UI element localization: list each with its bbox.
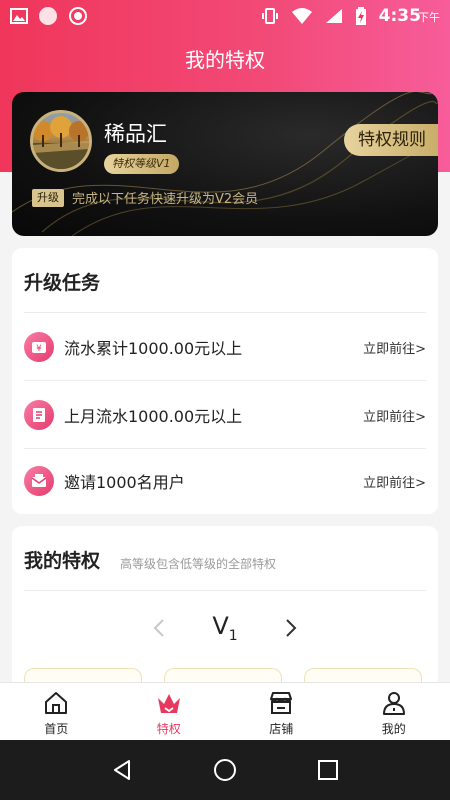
signal-icon bbox=[325, 9, 342, 23]
wifi-icon bbox=[291, 8, 312, 24]
task-go-link[interactable]: 立即前往> bbox=[363, 338, 426, 357]
home-circle-icon[interactable] bbox=[210, 755, 240, 785]
image-icon bbox=[10, 8, 28, 24]
home-icon bbox=[45, 692, 68, 714]
record-icon bbox=[69, 7, 87, 25]
receipt-icon bbox=[24, 400, 54, 430]
task-label: 上月流水1000.00元以上 bbox=[64, 407, 243, 426]
privileges-title: 我的特权 bbox=[24, 550, 101, 572]
status-bar: 4:35 下午 bbox=[0, 0, 450, 32]
crown-icon bbox=[157, 694, 180, 713]
system-nav-bar bbox=[0, 740, 450, 800]
task-label: 邀请1000名用户 bbox=[64, 473, 185, 492]
store-icon bbox=[270, 692, 293, 714]
svg-text:¥: ¥ bbox=[36, 344, 42, 354]
back-icon[interactable] bbox=[107, 755, 137, 785]
upgrade-hint: 升级 完成以下任务快速升级为V2会员 bbox=[32, 188, 258, 207]
dot-icon bbox=[39, 7, 57, 25]
tab-label: 我的 bbox=[381, 722, 406, 736]
my-privileges-card: 我的特权 高等级包含低等级的全部特权 V1 bbox=[12, 526, 438, 708]
tab-label: 首页 bbox=[44, 722, 69, 736]
privilege-level-tag: 特权等级V1 bbox=[104, 154, 179, 174]
task-label: 流水累计1000.00元以上 bbox=[64, 339, 243, 358]
task-go-link[interactable]: 立即前往> bbox=[363, 472, 426, 491]
shop-name: 稀品汇 bbox=[104, 122, 167, 146]
task-item[interactable]: 上月流水1000.00元以上 立即前往> bbox=[12, 382, 438, 448]
tab-home[interactable]: 首页 bbox=[0, 683, 113, 740]
recents-icon[interactable] bbox=[313, 755, 343, 785]
tab-mine[interactable]: 我的 bbox=[338, 683, 450, 740]
battery-icon bbox=[355, 7, 366, 25]
user-icon bbox=[382, 692, 405, 715]
shop-avatar[interactable] bbox=[30, 110, 92, 172]
level-switcher: V1 bbox=[12, 606, 438, 650]
tab-label: 店铺 bbox=[269, 722, 294, 736]
tab-label: 特权 bbox=[156, 722, 181, 736]
level-letter: V bbox=[212, 612, 229, 641]
tasks-title: 升级任务 bbox=[24, 272, 101, 294]
page-title: 我的特权 bbox=[185, 48, 265, 72]
clock-ampm: 下午 bbox=[418, 11, 440, 24]
level-number: 1 bbox=[228, 627, 238, 644]
envelope-icon bbox=[24, 466, 54, 496]
upgrade-tag: 升级 bbox=[32, 188, 64, 207]
vip-card: 稀品汇 特权等级V1 特权规则 升级 完成以下任务快速升级为V2会员 bbox=[12, 92, 438, 236]
money-icon: ¥ bbox=[24, 332, 54, 362]
chevron-right-icon[interactable] bbox=[276, 613, 306, 643]
privilege-rules-button[interactable]: 特权规则 bbox=[344, 124, 438, 156]
upgrade-text: 完成以下任务快速升级为V2会员 bbox=[72, 192, 259, 207]
vibrate-icon bbox=[261, 8, 278, 24]
upgrade-tasks-card: 升级任务 ¥ 流水累计1000.00元以上 立即前往> 上月流水1000.00元… bbox=[12, 248, 438, 514]
chevron-left-icon[interactable] bbox=[144, 613, 174, 643]
divider bbox=[24, 312, 426, 313]
task-item[interactable]: ¥ 流水累计1000.00元以上 立即前往> bbox=[12, 314, 438, 380]
divider bbox=[24, 380, 426, 381]
tab-privilege[interactable]: 特权 bbox=[113, 683, 226, 740]
divider bbox=[24, 590, 426, 591]
privileges-subtitle: 高等级包含低等级的全部特权 bbox=[120, 557, 277, 571]
task-item[interactable]: 邀请1000名用户 立即前往> bbox=[12, 448, 438, 514]
task-go-link[interactable]: 立即前往> bbox=[363, 406, 426, 425]
bottom-tab-bar: 首页 特权 店铺 我的 bbox=[0, 682, 450, 740]
current-level: V1 bbox=[212, 612, 237, 644]
tab-store[interactable]: 店铺 bbox=[225, 683, 338, 740]
clock-time: 4:35 bbox=[378, 6, 421, 26]
